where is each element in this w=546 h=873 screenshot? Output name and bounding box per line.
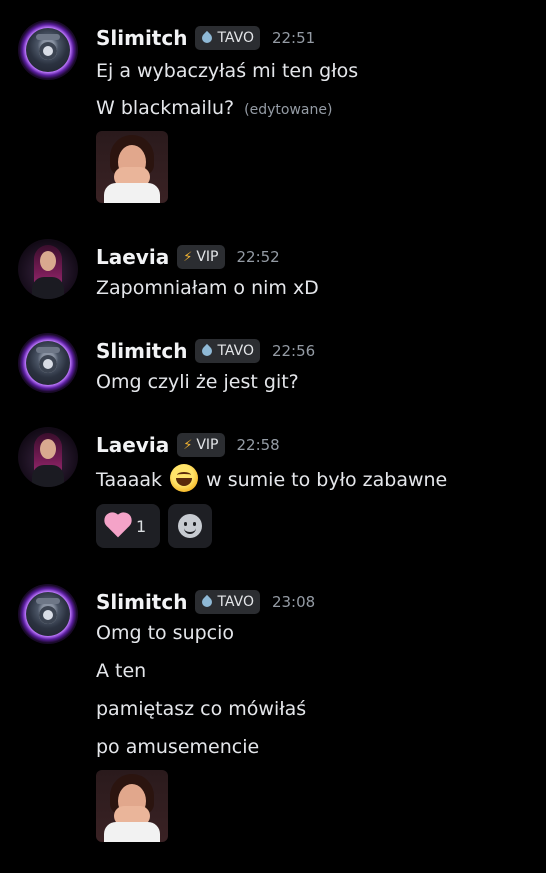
message-header: Laevia ⚡ VIP 22:52 — [96, 243, 280, 271]
username[interactable]: Laevia — [96, 245, 169, 269]
droplet-icon — [201, 595, 213, 609]
role-tag-label: TAVO — [217, 343, 254, 359]
avatar[interactable] — [18, 427, 78, 487]
username[interactable]: Slimitch — [96, 590, 187, 614]
chat-message-list: Slimitch TAVO 22:51 Ej a wybaczyłaś mi t… — [0, 0, 546, 873]
role-tag-label: TAVO — [217, 30, 254, 46]
reaction-heart-button[interactable]: 1 — [96, 504, 160, 548]
role-tag-label: VIP — [196, 249, 219, 265]
message-text: po amusemencie — [96, 736, 260, 758]
role-tag[interactable]: TAVO — [195, 26, 260, 50]
lightning-icon: ⚡ — [183, 437, 193, 453]
message-header: Slimitch TAVO 22:51 — [96, 24, 315, 52]
message-text-edited: W blackmailu? (edytowane) — [96, 97, 332, 119]
message-text: Zapomniałam o nim xD — [96, 277, 319, 299]
message-text: Ej a wybaczyłaś mi ten głos — [96, 60, 359, 82]
username[interactable]: Slimitch — [96, 339, 187, 363]
timestamp: 23:08 — [271, 593, 316, 611]
timestamp: 22:56 — [271, 342, 316, 360]
avatar[interactable] — [18, 584, 78, 644]
role-tag[interactable]: TAVO — [195, 339, 260, 363]
droplet-icon — [201, 344, 213, 358]
grinning-emoji-icon — [170, 464, 199, 492]
username[interactable]: Laevia — [96, 433, 169, 457]
droplet-icon — [201, 31, 213, 45]
reactions-bar: 1 — [96, 504, 212, 548]
timestamp: 22:52 — [236, 248, 280, 266]
smile-icon — [178, 514, 202, 538]
message-text-part: Taaaak — [96, 469, 163, 491]
avatar[interactable] — [18, 333, 78, 393]
avatar[interactable] — [18, 20, 78, 80]
message-header: Slimitch TAVO 22:56 — [96, 337, 315, 365]
role-tag-label: VIP — [196, 437, 219, 453]
avatar[interactable] — [18, 239, 78, 299]
crying-woman-sticker[interactable] — [96, 770, 168, 842]
message-text-part: w sumie to było zabawne — [206, 469, 448, 491]
role-tag[interactable]: TAVO — [195, 590, 260, 614]
message-text: Taaaak w sumie to było zabawne — [96, 464, 447, 492]
timestamp: 22:51 — [271, 29, 316, 47]
role-tag[interactable]: ⚡ VIP — [177, 433, 225, 457]
timestamp: 22:58 — [236, 436, 280, 454]
message-text: Omg czyli że jest git? — [96, 371, 299, 393]
message-header: Laevia ⚡ VIP 22:58 — [96, 431, 280, 459]
username[interactable]: Slimitch — [96, 26, 187, 50]
add-reaction-button[interactable] — [168, 504, 212, 548]
message-text: W blackmailu? — [96, 97, 235, 119]
message-text: Omg to supcio — [96, 622, 235, 644]
heart-icon — [106, 514, 130, 538]
message-header: Slimitch TAVO 23:08 — [96, 588, 315, 616]
lightning-icon: ⚡ — [183, 249, 193, 265]
crying-woman-sticker[interactable] — [96, 131, 168, 203]
role-tag[interactable]: ⚡ VIP — [177, 245, 225, 269]
edited-label: (edytowane) — [244, 102, 333, 118]
message-text: A ten — [96, 660, 147, 682]
reaction-count: 1 — [136, 516, 147, 536]
role-tag-label: TAVO — [217, 594, 254, 610]
message-text: pamiętasz co mówiłaś — [96, 698, 307, 720]
